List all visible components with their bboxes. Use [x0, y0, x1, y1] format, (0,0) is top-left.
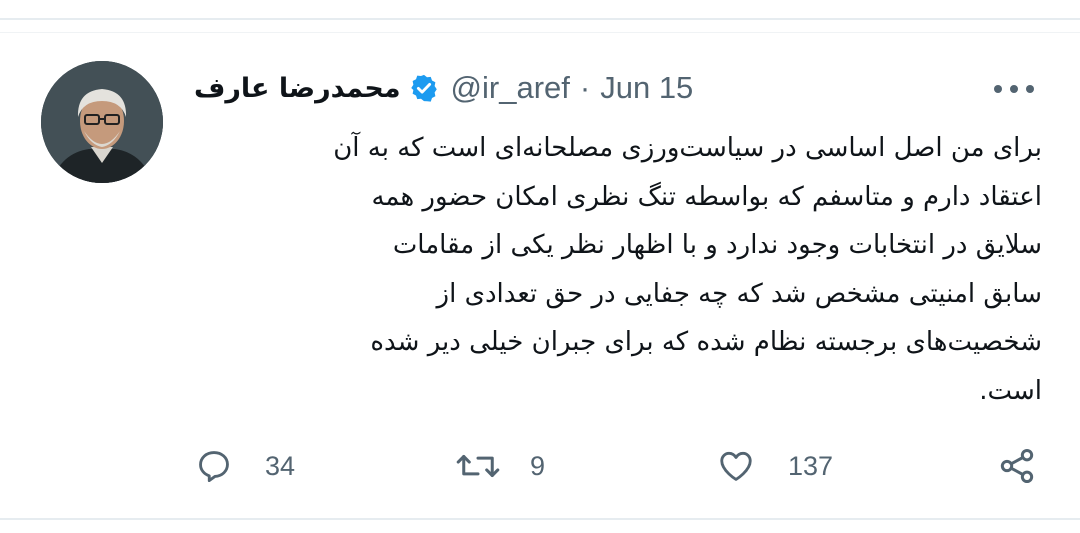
reply-button[interactable]: 34 [195, 446, 295, 486]
reply-count: 34 [265, 450, 296, 481]
tweet-text-line: سلایق در انتخابات وجود ندارد و با اظهار … [392, 230, 1042, 260]
reply-icon [199, 451, 229, 482]
author-avatar[interactable] [41, 61, 163, 183]
share-button[interactable] [997, 446, 1037, 486]
more-dot [1026, 85, 1034, 93]
tweet-actions: 34 9 137 [0, 446, 1080, 486]
like-button[interactable]: 137 [716, 446, 833, 486]
like-count: 137 [788, 450, 834, 481]
retweet-count: 9 [530, 450, 546, 481]
author-handle[interactable]: @ir_aref [451, 70, 570, 106]
retweet-button[interactable]: 9 [454, 446, 545, 486]
tweet-date[interactable]: Jun 15 [600, 70, 693, 106]
bottom-divider [0, 518, 1080, 520]
tweet-text-line: برای من اصل اساسی در سیاست‌ورزی مصلحانه‌… [333, 133, 1042, 163]
verified-badge-icon [409, 73, 439, 103]
top-divider [0, 18, 1080, 20]
tweet-card[interactable]: محمدرضا عارف @ir_aref · Jun 15 برای من ا… [0, 34, 1080, 518]
tweet-header: محمدرضا عارف @ir_aref · Jun 15 [194, 68, 693, 108]
heart-icon [720, 451, 752, 481]
more-options-icon[interactable] [994, 74, 1034, 104]
tweet-text-line: است. [979, 375, 1042, 406]
more-dot [994, 85, 1002, 93]
header-separator: · [579, 70, 591, 105]
tweet-text-line: اعتقاد دارم و متاسفم که بواسطه تنگ نظری … [371, 181, 1042, 212]
author-display-name[interactable]: محمدرضا عارف [194, 73, 401, 104]
tweet-text-line: سابق امنیتی مشخص شد که چه جفایی در حق تع… [436, 278, 1042, 309]
avatar-portrait-icon [41, 61, 163, 183]
tweet-text-line: شخصیت‌های برجسته نظام شده که برای جبران … [370, 327, 1042, 357]
top-divider-secondary [0, 32, 1080, 33]
more-dot [1010, 85, 1018, 93]
retweet-icon [456, 454, 500, 478]
share-icon [1000, 449, 1034, 483]
tweet-text: برای من اصل اساسی در سیاست‌ورزی مصلحانه‌… [194, 124, 1042, 415]
